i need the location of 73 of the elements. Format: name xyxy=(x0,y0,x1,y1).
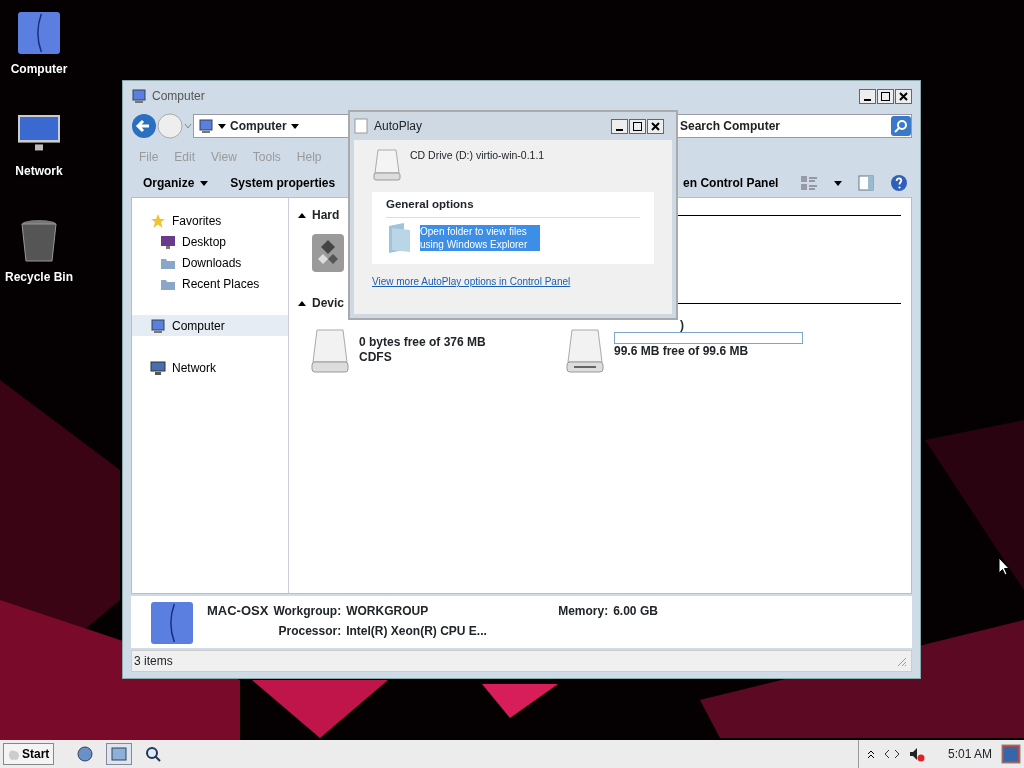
close-icon xyxy=(899,91,908,101)
sidebar-item[interactable]: Network xyxy=(132,357,288,378)
field-value: Intel(R) Xeon(R) CPU E... xyxy=(346,623,488,640)
search-field[interactable]: Search Computer xyxy=(677,117,891,135)
maximize-button[interactable] xyxy=(629,118,646,134)
caret-icon xyxy=(290,122,299,130)
toolbar-button[interactable]: Organize xyxy=(143,174,209,192)
free-space-label: 0 bytes free of 376 MB xyxy=(359,335,486,350)
caret-icon[interactable] xyxy=(834,179,843,187)
caret-icon xyxy=(218,122,226,130)
field-label: Workgroup: xyxy=(273,603,342,620)
minimize-button[interactable] xyxy=(611,118,628,134)
file-system-label: CDFS xyxy=(359,350,393,365)
caret-icon xyxy=(200,179,209,187)
help-icon[interactable] xyxy=(890,174,909,192)
sidebar-item[interactable]: Downloads xyxy=(132,252,288,273)
minimize-icon xyxy=(864,98,871,101)
desktop-icon-label[interactable]: Recycle Bin xyxy=(4,268,73,286)
cd-drive-icon xyxy=(372,148,402,182)
computer-icon xyxy=(131,88,147,104)
sidebar-item[interactable]: Desktop xyxy=(132,231,288,252)
search-box[interactable]: Search Computer xyxy=(676,114,912,138)
field-label: Memory: xyxy=(558,603,609,620)
desktop-icon-label[interactable]: Computer xyxy=(10,60,68,78)
status-text: 3 items xyxy=(134,653,173,670)
free-space-label: 99.6 MB free of 99.6 MB xyxy=(614,344,750,359)
sidebar-item[interactable]: Computer xyxy=(132,315,288,336)
minimize-button[interactable] xyxy=(859,88,876,104)
maximize-icon xyxy=(881,91,890,101)
close-button[interactable] xyxy=(895,88,912,104)
muted-speaker-icon[interactable] xyxy=(908,746,925,762)
window-title: Computer xyxy=(152,88,205,105)
desktop-icon[interactable] xyxy=(1001,744,1021,764)
document-icon xyxy=(354,118,368,134)
close-icon xyxy=(651,121,660,131)
group-heading: Hard xyxy=(312,207,340,224)
field-value: WORKGROUP xyxy=(346,603,429,620)
star-icon xyxy=(150,212,166,229)
sidebar-item[interactable]: Favorites xyxy=(132,210,288,231)
clock[interactable]: 5:01 AM xyxy=(947,745,992,763)
sidebar-item[interactable]: Recent Places xyxy=(132,273,288,294)
control-panel-link[interactable]: View more AutoPlay options in Control Panel xyxy=(372,274,571,289)
maximize-icon xyxy=(633,121,642,131)
field-value: 6.00 GB xyxy=(613,603,658,620)
close-button[interactable] xyxy=(647,118,664,134)
search-icon[interactable] xyxy=(891,116,911,136)
desktop-icon-label[interactable]: Network xyxy=(15,162,63,180)
collapse-arrow-icon[interactable] xyxy=(297,299,307,307)
network-icon xyxy=(150,359,166,376)
device-name: CD Drive (D:) virtio-win-0.1.1 xyxy=(410,148,545,163)
toolbar-button[interactable]: en Control Panel xyxy=(683,174,779,192)
drive-icon[interactable] xyxy=(564,328,606,374)
start-button[interactable]: Start xyxy=(3,743,55,765)
folder-window-icon xyxy=(111,746,128,762)
group-heading: General options xyxy=(386,196,640,219)
collapse-arrow-icon[interactable] xyxy=(297,211,307,219)
network-icon[interactable] xyxy=(883,749,900,759)
drive-name: ) xyxy=(680,318,685,332)
minimize-icon xyxy=(616,128,623,131)
desktop-icon xyxy=(160,233,176,250)
back-button[interactable] xyxy=(131,113,157,139)
chevron-icon[interactable] xyxy=(866,749,875,759)
resize-grip-icon[interactable] xyxy=(895,655,907,667)
field-label: Processor: xyxy=(278,623,342,640)
group-heading: Devic xyxy=(312,295,345,312)
cursor-icon xyxy=(998,557,1010,576)
toolbar-button[interactable]: System properties xyxy=(230,174,336,192)
search-icon xyxy=(145,746,162,762)
computer-name: MAC-OSX xyxy=(207,602,269,620)
computer-icon xyxy=(198,118,214,134)
maximize-button[interactable] xyxy=(877,88,894,104)
globe-icon xyxy=(77,746,94,762)
computer-icon xyxy=(150,317,166,334)
